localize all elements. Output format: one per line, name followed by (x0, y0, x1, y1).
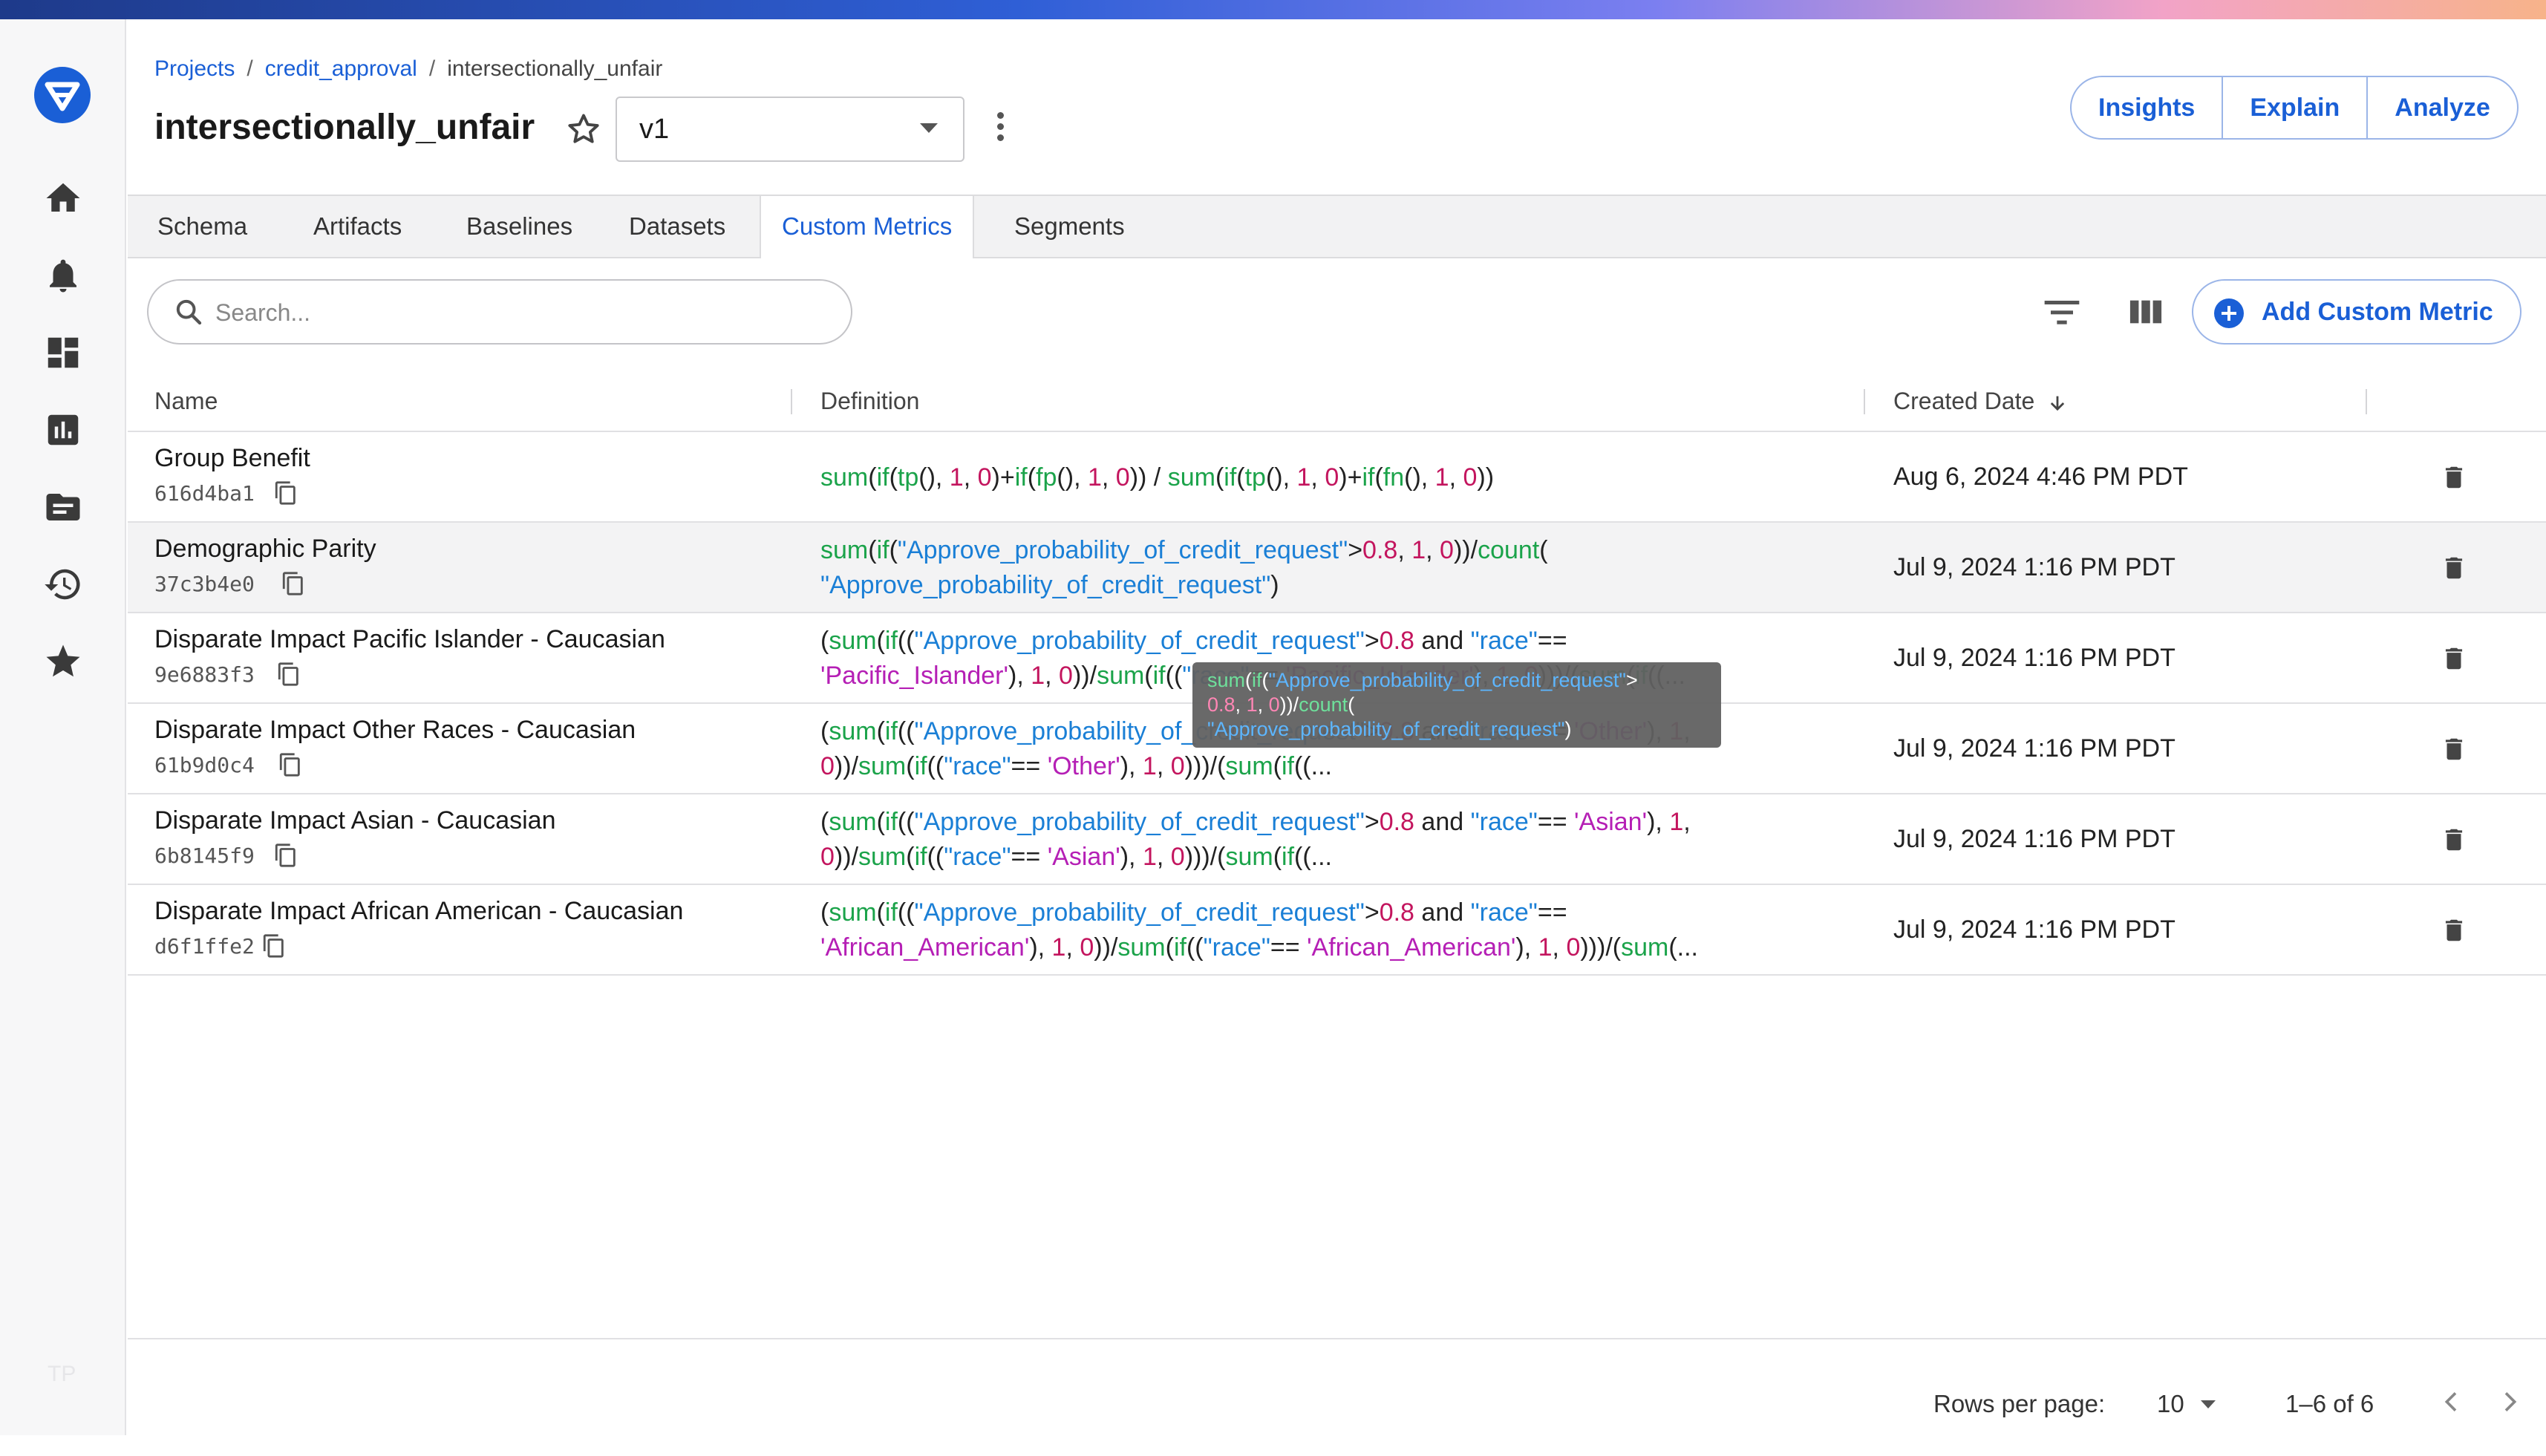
copy-icon[interactable] (273, 842, 298, 869)
breadcrumb-separator: / (428, 56, 436, 81)
created-date: Jul 9, 2024 1:16 PM PDT (1893, 825, 2175, 853)
table-pagination: Rows per page: 10 1–6 of 6 (128, 1338, 2546, 1456)
column-divider[interactable] (791, 389, 792, 414)
column-divider[interactable] (1864, 389, 1865, 414)
metric-id: 37c3b4e0 (154, 572, 255, 596)
table-row[interactable]: Disparate Impact African American - Cauc… (128, 885, 2546, 976)
search-input[interactable] (214, 291, 826, 334)
column-header-definition[interactable]: Definition (820, 371, 919, 431)
delete-icon[interactable] (2440, 824, 2468, 855)
folder-icon[interactable] (43, 487, 83, 527)
insights-button[interactable]: Insights (2072, 77, 2224, 138)
column-divider[interactable] (2366, 389, 2367, 414)
delete-icon[interactable] (2440, 462, 2468, 493)
created-date: Jul 9, 2024 1:16 PM PDT (1893, 734, 2175, 763)
explain-button[interactable]: Explain (2223, 77, 2369, 138)
table-header: Name Definition Created Date (128, 371, 2546, 432)
rows-per-page-label: Rows per page: (1933, 1390, 2106, 1417)
created-date: Jul 9, 2024 1:16 PM PDT (1893, 644, 2175, 672)
chevron-left-icon[interactable] (2437, 1385, 2467, 1418)
metric-name: Disparate Impact Asian - Caucasian (154, 806, 556, 835)
tab-custom-metrics[interactable]: Custom Metrics (760, 196, 975, 258)
table-row[interactable]: Group Benefit 616d4ba1 sum(if(tp(), 1, 0… (128, 432, 2546, 523)
filter-icon[interactable] (2043, 297, 2080, 327)
created-date: Jul 9, 2024 1:16 PM PDT (1893, 553, 2175, 581)
column-header-name[interactable]: Name (154, 371, 218, 431)
arrow-down-icon[interactable] (2047, 393, 2068, 414)
breadcrumb-projects[interactable]: Projects (154, 56, 235, 81)
history-icon[interactable] (43, 564, 83, 604)
definition-tooltip: sum(if("Approve_probability_of_credit_re… (1192, 662, 1721, 748)
columns-icon[interactable] (2129, 297, 2163, 327)
copy-icon[interactable] (273, 480, 298, 506)
add-circle-icon (2214, 298, 2244, 328)
metric-id: 61b9d0c4 (154, 753, 255, 777)
add-custom-metric-button[interactable]: Add Custom Metric (2192, 279, 2521, 345)
copy-icon[interactable] (276, 661, 301, 688)
metric-definition: sum(if(tp(), 1, 0)+if(fp(), 1, 0)) / sum… (820, 463, 1495, 492)
main-content: Projects / credit_approval / intersectionall… (128, 19, 2546, 1435)
home-icon[interactable] (43, 178, 83, 218)
metric-id: d6f1ffe2 (154, 934, 255, 959)
breadcrumb: Projects / credit_approval / intersectionall… (154, 56, 662, 82)
metric-name: Disparate Impact Other Races - Caucasian (154, 716, 636, 744)
metric-name: Demographic Parity (154, 535, 376, 563)
breadcrumb-current: intersectionally_unfair (447, 56, 663, 81)
table-row[interactable]: Demographic Parity 37c3b4e0 sum(if("Appr… (128, 523, 2546, 613)
column-header-created-date[interactable]: Created Date (1893, 371, 2068, 431)
delete-icon[interactable] (2440, 734, 2468, 765)
copy-icon[interactable] (278, 751, 303, 778)
version-select[interactable]: v1 (616, 97, 964, 162)
dashboard-icon[interactable] (43, 333, 83, 373)
chevron-down-icon[interactable] (2201, 1400, 2216, 1408)
column-header-created-label: Created Date (1893, 388, 2035, 414)
tab-artifacts[interactable]: Artifacts (313, 196, 402, 257)
more-options-icon[interactable] (991, 108, 1009, 150)
analysis-button-group: Insights Explain Analyze (2070, 76, 2519, 140)
copy-icon[interactable] (281, 570, 306, 597)
delete-icon[interactable] (2440, 552, 2468, 584)
metric-definition: (sum(if(("Approve_probability_of_credit_… (820, 808, 1691, 871)
metric-name: Disparate Impact African American - Cauc… (154, 897, 684, 925)
table-row[interactable]: Disparate Impact Asian - Caucasian 6b814… (128, 794, 2546, 885)
add-custom-metric-label: Add Custom Metric (2262, 298, 2493, 326)
metric-id: 9e6883f3 (154, 662, 255, 687)
analyze-button[interactable]: Analyze (2368, 77, 2517, 138)
metric-definition: (sum(if(("Approve_probability_of_credit_… (820, 898, 1699, 962)
bell-icon[interactable] (43, 255, 83, 296)
star-icon[interactable] (43, 642, 83, 682)
breadcrumb-project[interactable]: credit_approval (265, 56, 417, 81)
breadcrumb-separator: / (247, 56, 253, 81)
chevron-down-icon (920, 123, 938, 133)
version-select-value: v1 (639, 114, 670, 145)
delete-icon[interactable] (2440, 915, 2468, 946)
metric-definition: sum(if("Approve_probability_of_credit_re… (820, 536, 1548, 599)
page-title: intersectionally_unfair (154, 108, 535, 147)
metric-name: Disparate Impact Pacific Islander - Cauc… (154, 625, 665, 653)
created-date: Aug 6, 2024 4:46 PM PDT (1893, 463, 2188, 491)
search-box[interactable] (147, 279, 852, 345)
created-date: Jul 9, 2024 1:16 PM PDT (1893, 915, 2175, 944)
user-initials[interactable]: TP (48, 1362, 76, 1387)
metric-name: Group Benefit (154, 444, 310, 472)
tab-datasets[interactable]: Datasets (629, 196, 725, 257)
tab-schema[interactable]: Schema (157, 196, 247, 257)
tab-baselines[interactable]: Baselines (466, 196, 572, 257)
metric-id: 616d4ba1 (154, 481, 255, 506)
rows-per-page-select[interactable]: 10 (2157, 1390, 2184, 1418)
chevron-right-icon[interactable] (2495, 1385, 2524, 1418)
chart-icon[interactable] (43, 410, 83, 450)
search-icon (176, 299, 202, 325)
favorite-star-icon[interactable] (564, 110, 603, 148)
sidebar: TP (0, 19, 126, 1435)
delete-icon[interactable] (2440, 643, 2468, 674)
brand-gradient-bar (0, 0, 2546, 19)
fiddler-logo[interactable] (33, 65, 92, 125)
metric-id: 6b8145f9 (154, 843, 255, 868)
copy-icon[interactable] (261, 933, 287, 959)
tab-segments[interactable]: Segments (1014, 196, 1125, 257)
pagination-range: 1–6 of 6 (2285, 1390, 2374, 1417)
tab-bar: Schema Artifacts Baselines Datasets Cust… (128, 195, 2546, 258)
